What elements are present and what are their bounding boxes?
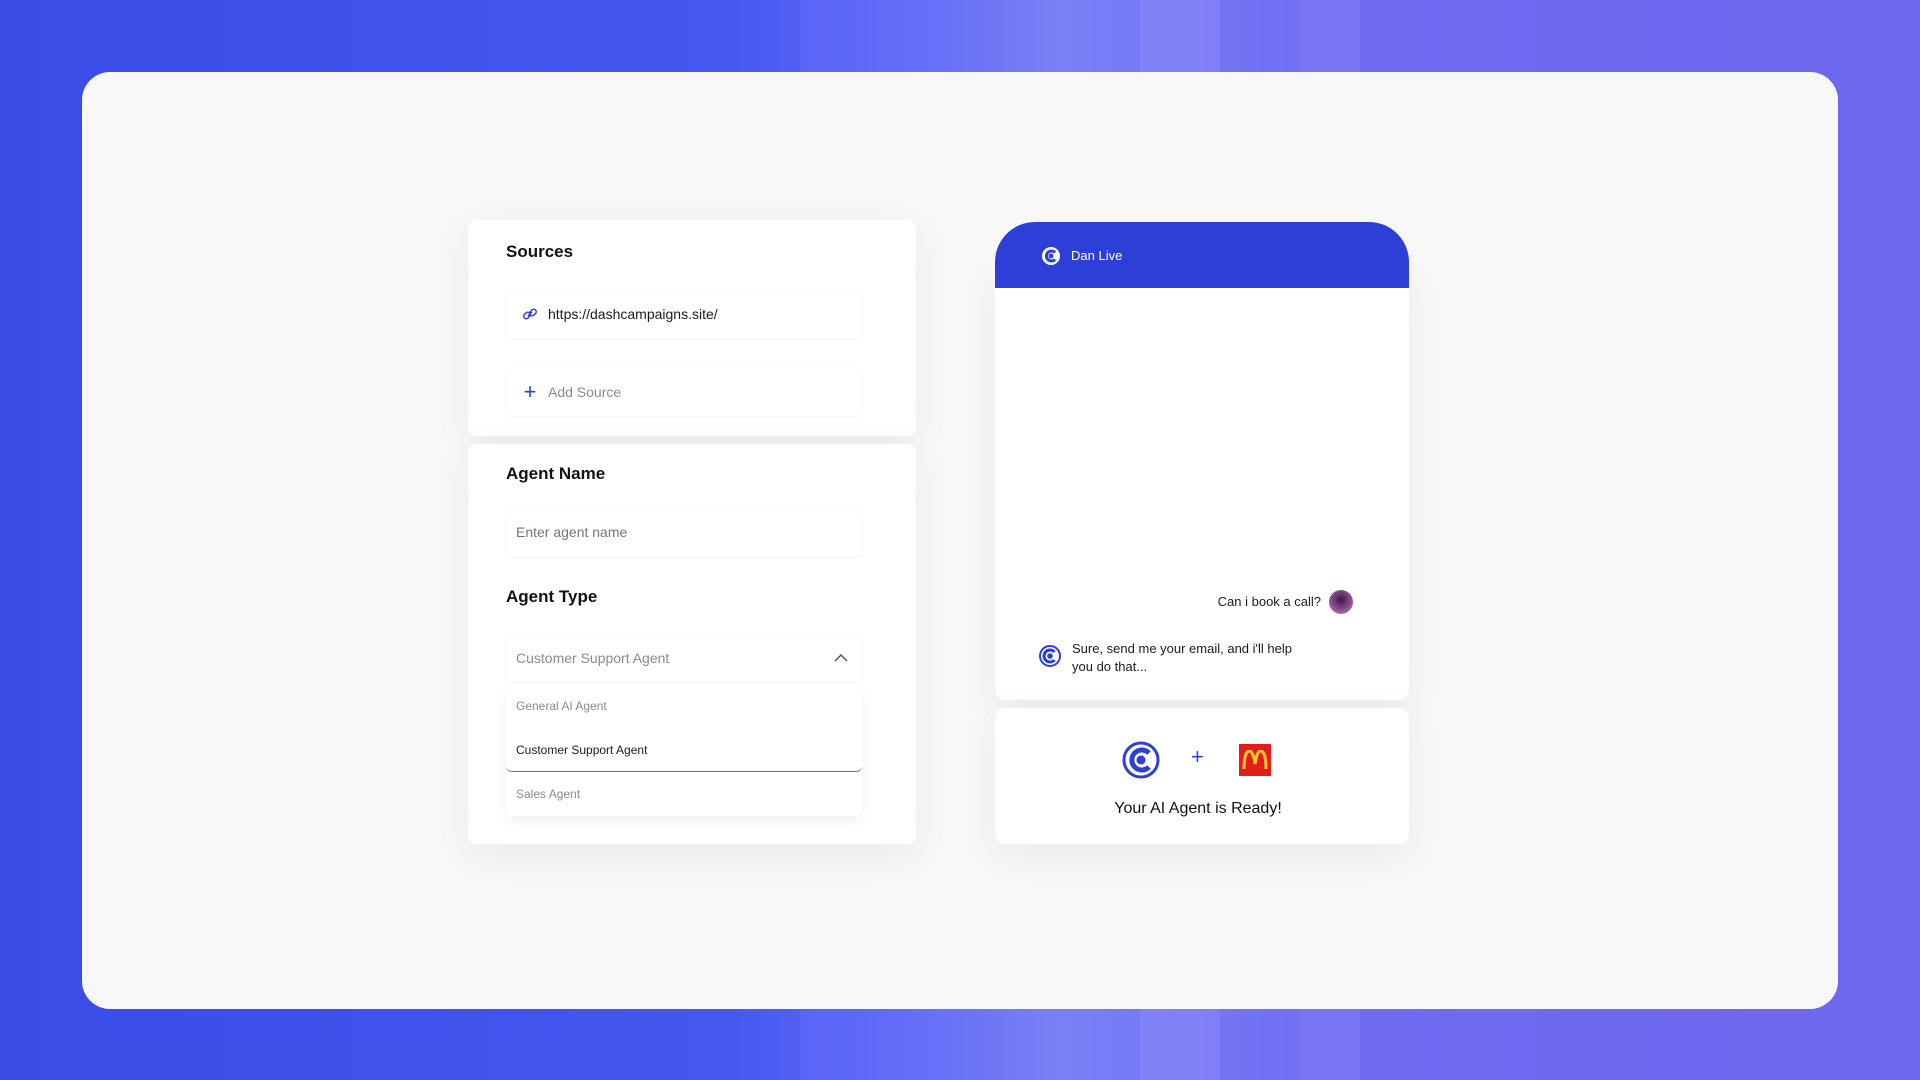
bot-message-line: you do that... bbox=[1072, 659, 1148, 674]
mcdonalds-logo bbox=[1239, 744, 1271, 776]
dropdown-option[interactable]: General AI Agent bbox=[506, 684, 862, 728]
dropdown-option-selected[interactable]: Customer Support Agent bbox=[506, 728, 862, 772]
bot-message: Sure, send me your email, and i'll help … bbox=[1038, 640, 1292, 676]
chat-header: Dan Live bbox=[995, 222, 1409, 288]
bot-message-line: Sure, send me your email, and i'll help bbox=[1072, 641, 1292, 656]
chat-header-title: Dan Live bbox=[1071, 248, 1123, 263]
brand-logo-icon bbox=[1122, 741, 1160, 784]
user-message: Can i book a call? bbox=[1218, 590, 1353, 614]
sources-title: Sources bbox=[506, 242, 574, 261]
brand-logo-icon bbox=[1041, 246, 1061, 271]
ready-title: Your AI Agent is Ready! bbox=[1114, 800, 1282, 817]
sources-card: Sources https://dashcampaigns.site/ + Ad… bbox=[468, 220, 916, 436]
chat-preview-card bbox=[995, 270, 1409, 700]
source-url-text: https://dashcampaigns.site/ bbox=[548, 306, 718, 322]
brand-logo-icon bbox=[1038, 644, 1062, 673]
agent-type-select[interactable]: Customer Support Agent bbox=[506, 634, 862, 682]
user-avatar bbox=[1329, 590, 1353, 614]
bot-message-body: Sure, send me your email, and i'll help … bbox=[1072, 640, 1292, 676]
ready-card: + Your AI Agent is Ready! bbox=[995, 708, 1409, 844]
agent-type-dropdown: General AI Agent Customer Support Agent … bbox=[506, 684, 862, 816]
add-source-label: Add Source bbox=[548, 384, 622, 400]
user-message-text: Can i book a call? bbox=[1217, 594, 1321, 609]
main-frame bbox=[82, 72, 1838, 1009]
agent-type-selected: Customer Support Agent bbox=[516, 650, 670, 666]
agent-type-title: Agent Type bbox=[506, 587, 598, 606]
source-url-field[interactable]: https://dashcampaigns.site/ bbox=[506, 290, 862, 338]
add-source-button[interactable]: + Add Source bbox=[506, 368, 862, 416]
dropdown-option[interactable]: Sales Agent bbox=[506, 772, 862, 816]
plus-icon: + bbox=[1191, 744, 1204, 769]
agent-name-title: Agent Name bbox=[506, 464, 606, 483]
chevron-up-icon bbox=[834, 649, 848, 667]
link-icon bbox=[516, 306, 544, 322]
plus-icon: + bbox=[523, 379, 537, 404]
agent-card: Agent Name Agent Type Customer Support A… bbox=[468, 444, 916, 844]
agent-name-input[interactable] bbox=[506, 508, 862, 556]
